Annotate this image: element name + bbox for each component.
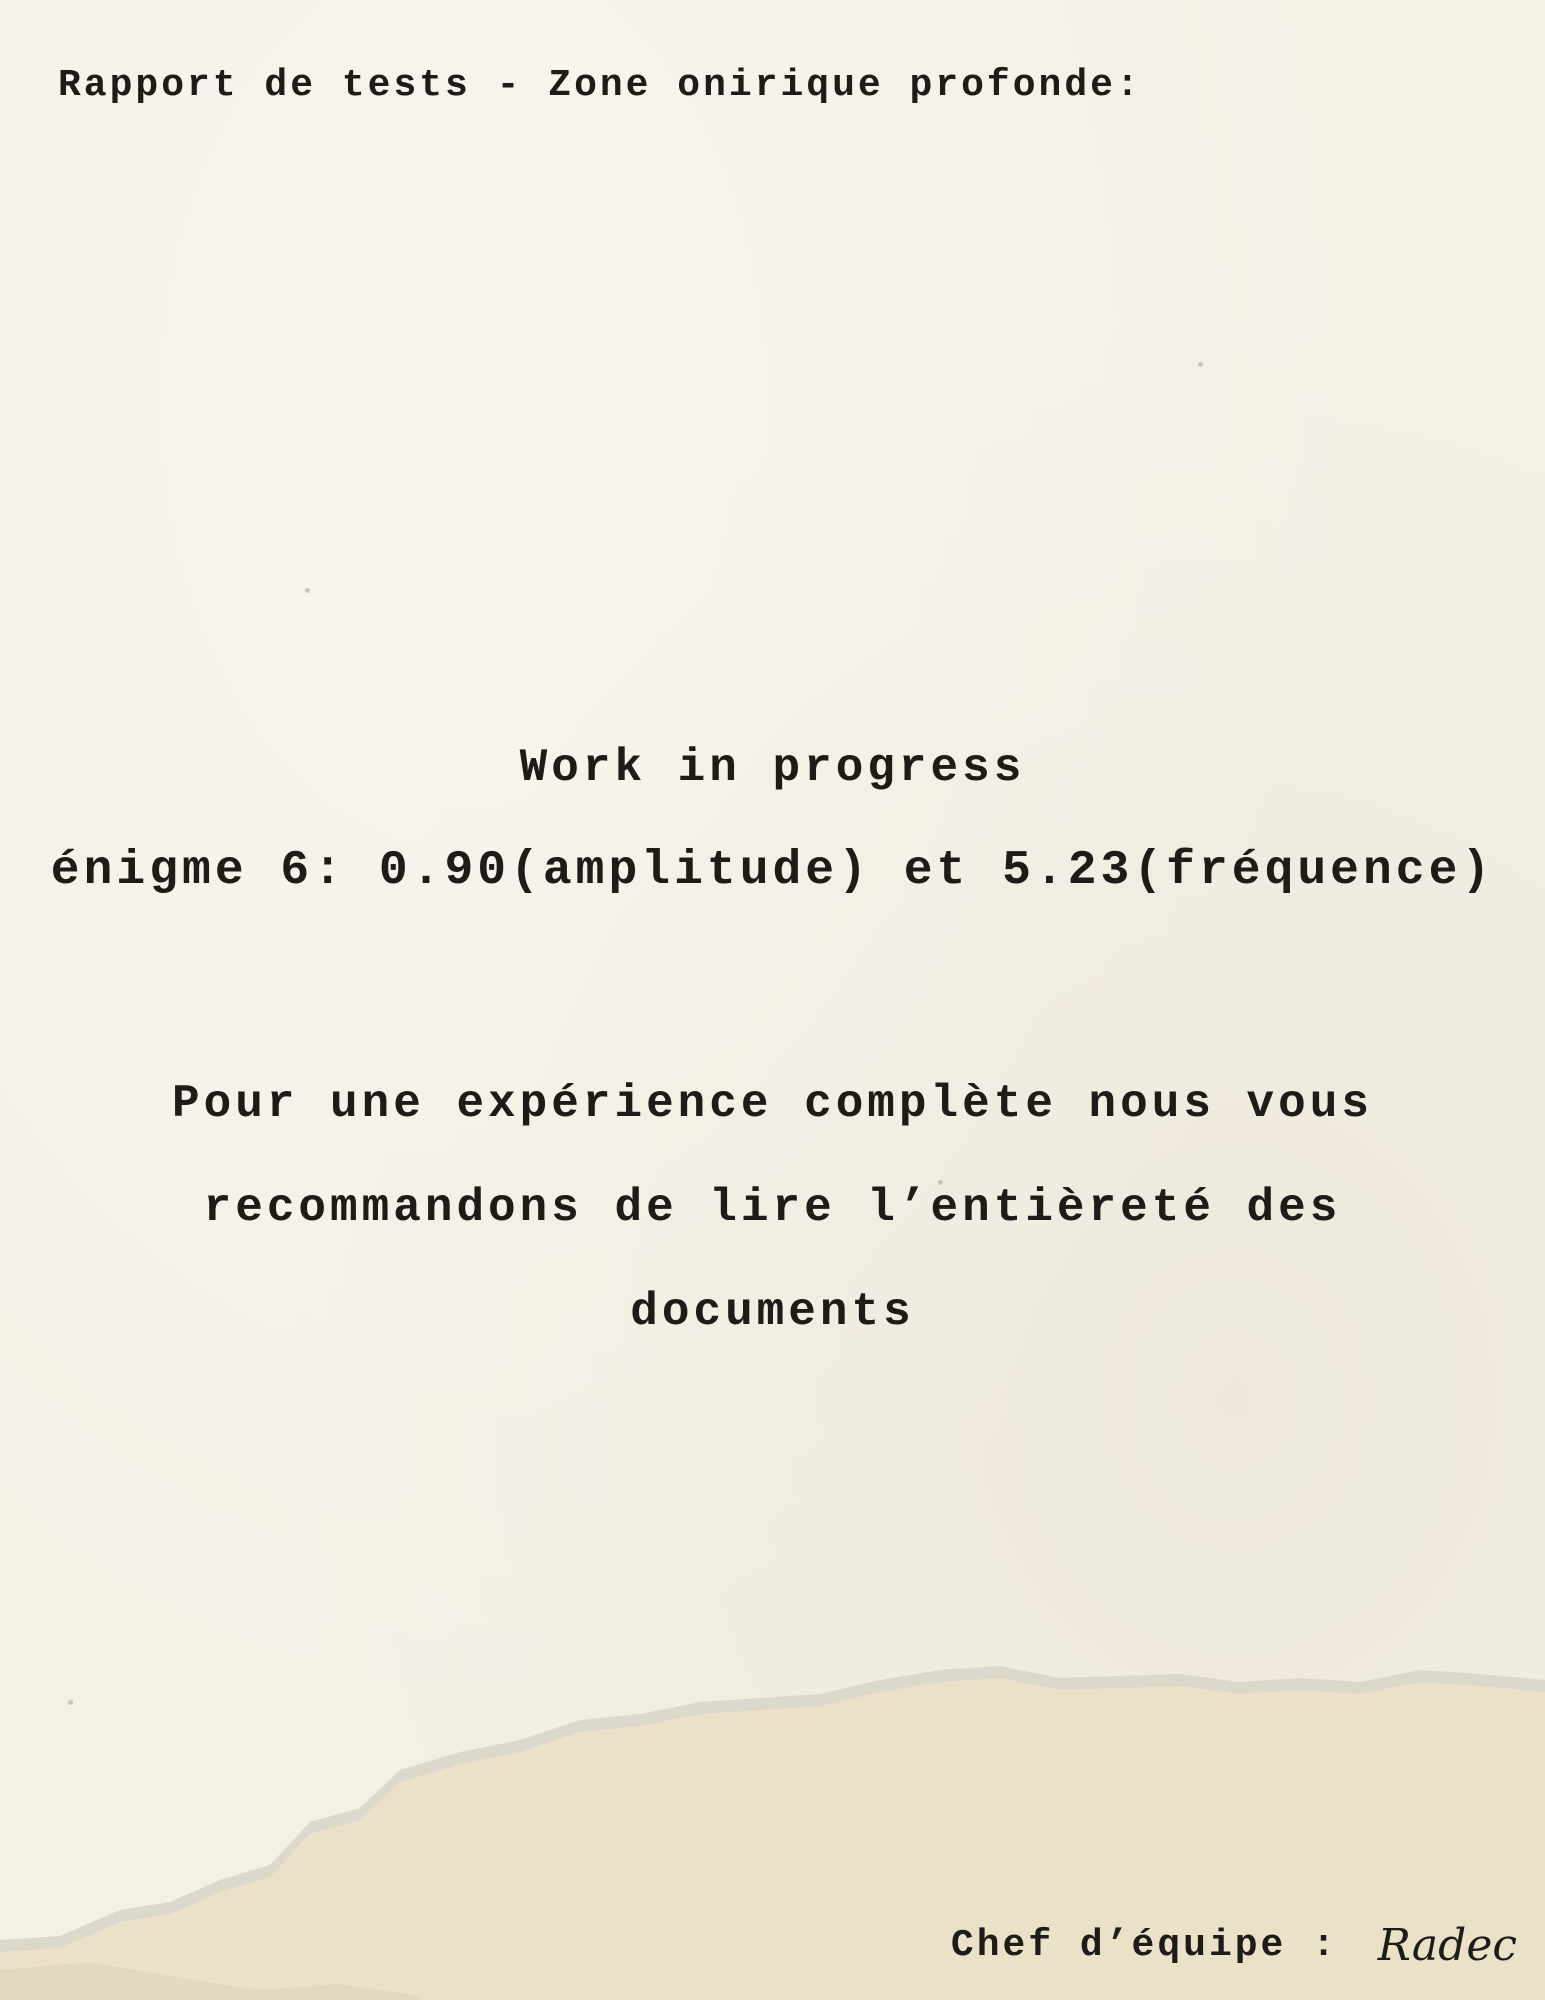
signature-line: Chef d’équipe : Radec (951, 1920, 1517, 1971)
status-text: Work in progress (519, 742, 1026, 794)
paper-speck (1198, 362, 1203, 367)
handwritten-signature: Radec (1377, 1920, 1517, 1971)
report-header: Rapport de tests - Zone onirique profond… (58, 64, 1142, 107)
paper-speck (305, 588, 310, 593)
enigme-text: énigme 6: 0.90(amplitude) et 5.23(fréque… (50, 844, 1495, 898)
signature-label: Chef d’équipe : (950, 1924, 1338, 1967)
document-page: Rapport de tests - Zone onirique profond… (0, 0, 1545, 2000)
recommendation-paragraph: Pour une expérience complète nous vous r… (172, 1078, 1373, 1338)
